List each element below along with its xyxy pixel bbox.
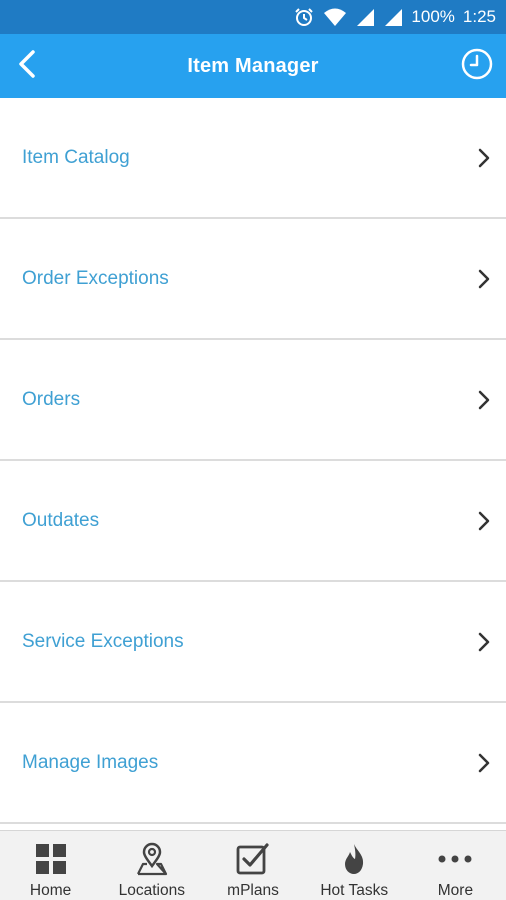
nav-label: mPlans	[227, 882, 279, 899]
nav-label: More	[437, 882, 474, 899]
menu-item-manage-images[interactable]: Manage Images	[0, 703, 506, 824]
menu-item-service-exceptions[interactable]: Service Exceptions	[0, 582, 506, 703]
menu-item-label: Outdates	[22, 509, 100, 531]
map-pin-icon	[134, 841, 170, 876]
nav-label: Hot Tasks	[320, 882, 389, 899]
nav-item-mplans[interactable]: mPlans	[202, 831, 303, 900]
back-button[interactable]	[10, 48, 44, 84]
nav-label: Locations	[118, 882, 185, 899]
bottom-nav: Home Locations mPlans Hot Tasks More	[0, 830, 506, 900]
menu-item-label: Manage Images	[22, 751, 159, 773]
clock-time: 1:25	[462, 7, 496, 26]
page-title: Item Manager	[187, 54, 319, 77]
battery-level: 100%	[411, 7, 455, 26]
checkbox-icon	[235, 841, 271, 876]
menu-item-label: Service Exceptions	[22, 630, 184, 652]
grid-icon	[33, 841, 69, 876]
chevron-right-icon	[474, 268, 494, 290]
chevron-right-icon	[474, 389, 494, 411]
nav-label: Home	[29, 882, 72, 899]
menu-item-orders[interactable]: Orders	[0, 340, 506, 461]
signal-icon	[383, 7, 403, 27]
nav-item-home[interactable]: Home	[0, 831, 101, 900]
menu-item-outdates[interactable]: Outdates	[0, 461, 506, 582]
menu-item-label: Orders	[22, 388, 81, 410]
nav-item-locations[interactable]: Locations	[101, 831, 202, 900]
alarm-icon	[293, 6, 315, 28]
chevron-right-icon	[474, 147, 494, 169]
more-dots-icon	[437, 841, 473, 876]
history-button[interactable]	[460, 48, 494, 85]
wifi-icon	[323, 7, 347, 27]
chevron-left-icon	[16, 49, 38, 84]
menu-item-item-catalog[interactable]: Item Catalog	[0, 98, 506, 219]
signal-icon	[355, 7, 375, 27]
nav-item-more[interactable]: More	[405, 831, 506, 900]
chevron-right-icon	[474, 752, 494, 774]
chevron-right-icon	[474, 631, 494, 653]
clock-icon	[461, 48, 493, 85]
menu-item-label: Order Exceptions	[22, 267, 169, 289]
menu-item-label: Item Catalog	[22, 146, 130, 168]
nav-item-hot-tasks[interactable]: Hot Tasks	[304, 831, 405, 900]
menu-item-order-exceptions[interactable]: Order Exceptions	[0, 219, 506, 340]
chevron-right-icon	[474, 510, 494, 532]
app-bar: Item Manager	[0, 34, 506, 98]
flame-icon	[336, 841, 372, 876]
status-bar: 100% 1:25	[0, 0, 506, 34]
menu-list: Item Catalog Order Exceptions Orders Out…	[0, 98, 506, 824]
